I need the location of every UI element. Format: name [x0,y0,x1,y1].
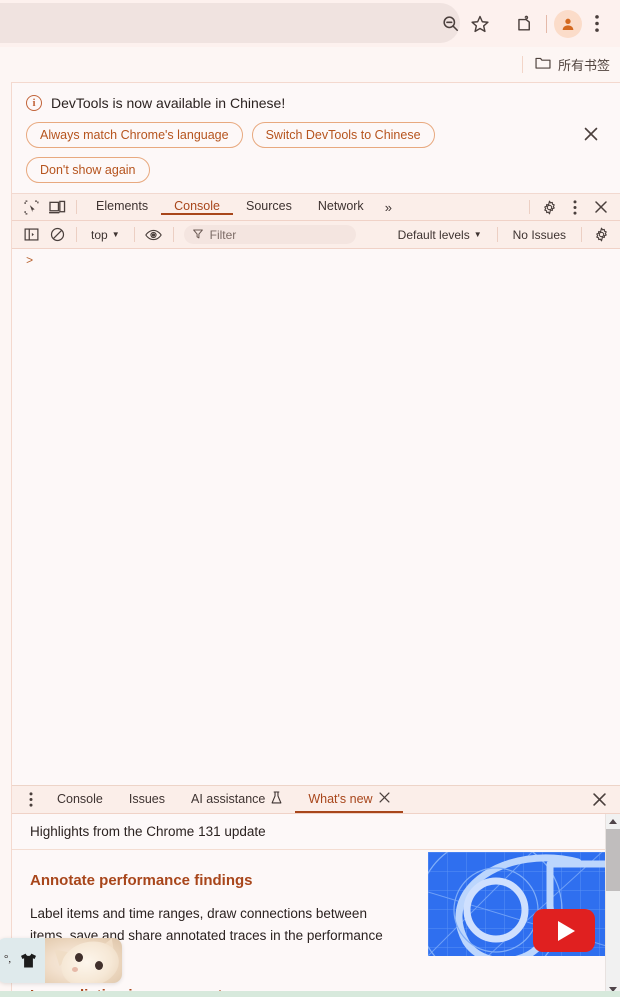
log-levels-selector[interactable]: Default levels ▼ [389,228,491,242]
console-toolbar-divider-4 [496,227,498,242]
live-expression-icon[interactable] [141,222,167,248]
console-prompt[interactable]: > [12,249,620,268]
scrollbar-track[interactable] [606,829,620,982]
chevron-down-icon: ▼ [473,229,482,239]
drawer-scrollbar[interactable] [605,814,620,997]
gear-icon[interactable] [536,194,562,220]
kebab-menu-icon[interactable] [18,786,44,812]
omnibox[interactable] [0,3,460,43]
always-match-language-button[interactable]: Always match Chrome's language [26,122,243,148]
info-icon: i [26,95,42,111]
device-toolbar-icon[interactable] [44,194,70,220]
tab-network[interactable]: Network [305,199,377,215]
toolbar-divider [546,14,547,33]
console-output-area[interactable]: > [12,249,620,785]
gear-icon[interactable] [588,222,614,248]
devtools-window: i DevTools is now available in Chinese! … [11,82,620,997]
tab-sources[interactable]: Sources [233,199,305,215]
inspect-element-icon[interactable] [18,194,44,220]
tab-elements[interactable]: Elements [83,199,161,215]
close-icon[interactable] [379,791,390,806]
drawer-tab-whats-new[interactable]: What's new [295,786,403,813]
console-toolbar-divider-1 [76,227,77,242]
dont-show-again-button[interactable]: Don't show again [26,157,150,183]
drawer-tab-ai-assistance[interactable]: AI assistance [178,786,295,813]
issues-counter[interactable]: No Issues [504,228,575,242]
log-levels-label: Default levels [397,227,470,242]
all-bookmarks-label: 所有书签 [557,58,610,73]
tabstrip-divider [76,200,77,214]
switch-devtools-language-button[interactable]: Switch DevTools to Chinese [251,122,435,148]
console-filter[interactable] [183,225,356,244]
bookmark-divider [521,56,523,73]
bookmark-star-icon[interactable] [465,9,495,39]
youtube-video-thumbnail[interactable] [428,852,605,956]
floating-overlay-popup[interactable]: °, [0,938,122,983]
scrollbar-thumb[interactable] [606,829,620,891]
console-prompt-symbol: > [26,254,34,268]
drawer-tab-console[interactable]: Console [44,786,116,813]
console-toolbar-divider-5 [581,227,582,242]
all-bookmarks-button[interactable]: 所有书签 [535,55,610,74]
extensions-icon[interactable] [509,9,539,39]
console-toolbar: top ▼ Default levels ▼ No Issues [12,221,620,249]
bookmark-bar: 所有书签 [0,47,620,82]
drawer-tab-issues-label: Issues [128,791,166,806]
whats-new-highlight: Highlights from the Chrome 131 update [30,824,266,839]
filter-icon [192,226,203,244]
kebab-menu-icon[interactable] [562,194,588,220]
drawer-tab-strip: Console Issues AI assistance What's new [12,786,620,814]
close-icon[interactable] [586,787,612,813]
language-banner-title: DevTools is now available in Chinese! [51,95,286,111]
browser-toolbar [0,0,620,47]
youtube-play-icon[interactable] [533,909,595,952]
devtools-tab-strip: Elements Console Sources Network » [12,193,620,221]
close-icon[interactable] [588,194,614,220]
bottom-status-strip [0,991,620,997]
console-toolbar-divider-2 [133,227,135,242]
flask-icon [271,790,282,807]
folder-icon [535,56,551,73]
language-banner: i DevTools is now available in Chinese! … [12,83,620,193]
overlay-fade [102,938,122,983]
chrome-menu-icon[interactable] [582,9,612,39]
show-console-sidebar-icon[interactable] [18,222,44,248]
more-tabs-icon[interactable]: » [377,200,400,215]
profile-avatar-icon[interactable] [554,9,582,38]
drawer-tab-ai-assistance-label: AI assistance [191,791,266,806]
tabstrip-right-divider [529,200,530,214]
clear-console-icon[interactable] [44,222,70,248]
tshirt-icon[interactable] [20,952,37,969]
console-toolbar-divider-3 [172,227,174,242]
scroll-up-arrow-icon[interactable] [606,814,620,829]
overlay-glyph-text: °, [4,953,12,965]
drawer-tab-issues[interactable]: Issues [116,786,178,813]
chevron-down-icon: ▼ [111,229,120,239]
console-filter-input[interactable] [209,227,347,242]
whats-new-section-heading: Annotate performance findings [30,872,253,889]
tab-console[interactable]: Console [161,199,233,215]
drawer-tab-console-label: Console [57,791,103,806]
execution-context-label: top [91,227,108,242]
execution-context-selector[interactable]: top ▼ [83,228,128,242]
close-icon[interactable] [578,121,604,147]
drawer-tab-whats-new-label: What's new [308,791,373,806]
zoom-out-icon[interactable] [435,9,465,39]
